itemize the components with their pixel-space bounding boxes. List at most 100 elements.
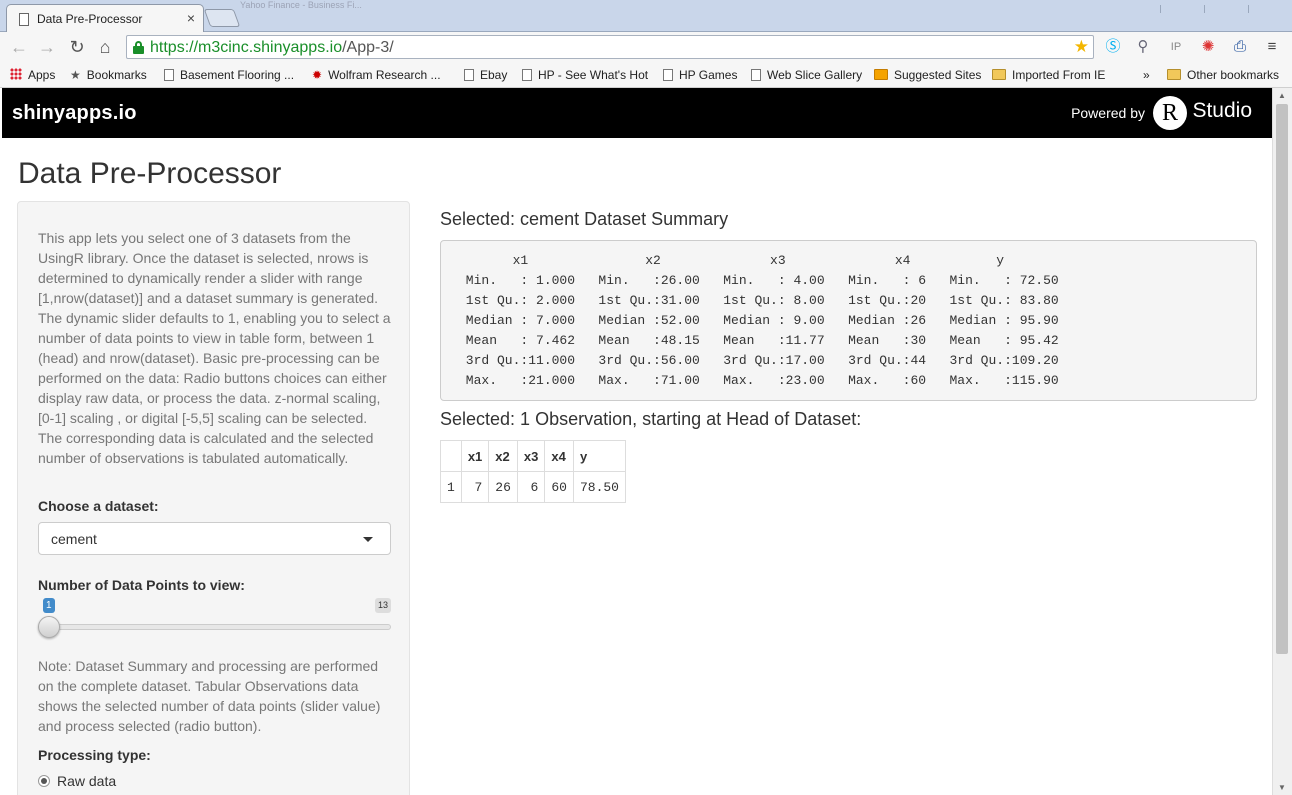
page-icon xyxy=(19,13,29,26)
bookmark-imported-ie[interactable]: Imported From IE xyxy=(992,66,1105,84)
suggested-icon xyxy=(874,69,888,80)
table-cell: 1 xyxy=(440,471,462,503)
table-header: x4 xyxy=(544,440,574,472)
page-icon xyxy=(751,69,761,81)
observation-heading: Selected: 1 Observation, starting at Hea… xyxy=(440,409,862,429)
summary-heading: Selected: cement Dataset Summary xyxy=(440,209,729,229)
page-icon xyxy=(663,69,673,81)
page-title: Data Pre-Processor xyxy=(18,157,282,190)
new-tab-button[interactable] xyxy=(203,9,241,27)
table-row: 1 7 26 6 60 78.50 xyxy=(440,471,626,503)
page-scrollbar[interactable]: ▲ ▼ xyxy=(1272,88,1292,795)
bookmark-suggested-sites[interactable]: Suggested Sites xyxy=(874,66,981,84)
table-header: y xyxy=(572,440,626,472)
scrollbar-thumb[interactable] xyxy=(1276,104,1288,654)
browser-tab[interactable]: Data Pre-Processor × xyxy=(6,4,204,33)
summary-line: Median : 7.000 Median :52.00 Median : 9.… xyxy=(458,313,1075,328)
radio-raw-data[interactable]: Raw data xyxy=(38,773,116,789)
table-header: x1 xyxy=(460,440,490,472)
address-bar[interactable]: https://m3cinc.shinyapps.io/App-3/ ★ xyxy=(126,35,1094,59)
skype-icon[interactable]: Ⓢ xyxy=(1103,37,1123,57)
data-points-slider[interactable]: 1 13 xyxy=(38,598,391,638)
shinyapps-navbar: shinyapps.io Powered by R Studio xyxy=(2,88,1272,138)
summary-line: 1st Qu.: 2.000 1st Qu.:31.00 1st Qu.: 8.… xyxy=(458,293,1075,308)
rstudio-logo-text[interactable]: Studio xyxy=(1192,99,1252,123)
menu-icon[interactable]: ≡ xyxy=(1262,37,1282,57)
brand-link[interactable]: shinyapps.io xyxy=(12,102,137,125)
scroll-up-arrow-icon[interactable]: ▲ xyxy=(1278,91,1286,100)
scroll-down-arrow-icon[interactable]: ▼ xyxy=(1278,783,1286,792)
folder-icon xyxy=(992,69,1006,80)
bookmark-web-slice[interactable]: Web Slice Gallery xyxy=(751,66,862,84)
reload-icon[interactable]: ↻ xyxy=(66,37,88,58)
browser-toolbar: ← → ↻ ⌂ https://m3cinc.shinyapps.io/App-… xyxy=(0,32,1292,62)
table-cell: 6 xyxy=(516,471,546,503)
bookmark-ebay[interactable]: Ebay xyxy=(464,66,507,84)
dataset-select[interactable]: cement xyxy=(38,522,391,555)
table-header: x2 xyxy=(488,440,518,472)
note-text: Note: Dataset Summary and processing are… xyxy=(38,658,381,734)
color-wheel-icon[interactable]: ✺ xyxy=(1198,37,1218,57)
summary-line: Min. : 1.000 Min. :26.00 Min. : 4.00 Min… xyxy=(458,273,1075,288)
page-icon xyxy=(164,69,174,81)
page-icon xyxy=(522,69,532,81)
page-viewport: shinyapps.io Powered by R Studio Data Pr… xyxy=(2,88,1272,795)
sidebar-panel: This app lets you select one of 3 datase… xyxy=(17,201,410,795)
summary-line: Max. :21.000 Max. :71.00 Max. :23.00 Max… xyxy=(458,373,1075,388)
wolfram-icon: ✹ xyxy=(312,68,323,82)
table-cell: 78.50 xyxy=(572,471,626,503)
bookmark-other[interactable]: Other bookmarks xyxy=(1167,66,1279,84)
bookmark-apps[interactable]: Apps xyxy=(10,66,55,84)
ip-extension-icon[interactable]: IP xyxy=(1166,37,1186,57)
rstudio-r-logo-icon[interactable]: R xyxy=(1153,96,1187,130)
bookmark-hp-hot[interactable]: HP - See What's Hot xyxy=(522,66,648,84)
processing-type-label: Processing type: xyxy=(38,747,151,763)
bookmark-basement-flooring[interactable]: Basement Flooring ... xyxy=(164,66,294,84)
table-cell: 7 xyxy=(460,471,490,503)
bookmark-bookmarks[interactable]: ★ Bookmarks xyxy=(70,66,147,84)
lock-icon xyxy=(133,41,144,54)
star-icon: ★ xyxy=(70,68,81,82)
bookmarks-overflow-chevron-icon[interactable]: » xyxy=(1143,66,1150,84)
apps-icon xyxy=(10,68,22,80)
folder-icon xyxy=(1167,69,1181,80)
radio-button-icon[interactable] xyxy=(38,775,50,787)
summary-line: 3rd Qu.:11.000 3rd Qu.:56.00 3rd Qu.:17.… xyxy=(458,353,1075,368)
print-icon[interactable]: ⎙ xyxy=(1230,37,1250,57)
dataset-label: Choose a dataset: xyxy=(38,498,159,514)
extension-search-icon[interactable]: ⚲ xyxy=(1133,37,1153,57)
browser-tab-strip: Yahoo Finance - Business Fi... Data Pre-… xyxy=(0,0,1292,33)
page-icon xyxy=(464,69,474,81)
window-controls xyxy=(1160,0,1292,13)
bookmark-hp-games[interactable]: HP Games xyxy=(663,66,737,84)
close-window-button[interactable] xyxy=(1248,5,1292,13)
table-header-row: x1 x2 x3 x4 y xyxy=(440,440,626,472)
tab-title: Data Pre-Processor xyxy=(37,12,143,26)
intro-text: This app lets you select one of 3 datase… xyxy=(38,230,391,466)
minimize-button[interactable] xyxy=(1160,5,1204,13)
dataset-summary-output: x1 x2 x3 x4 y Min. : 1.000 Min. :26.00 M… xyxy=(440,240,1257,401)
slider-label: Number of Data Points to view: xyxy=(38,577,245,593)
observations-table: x1 x2 x3 x4 y 1 7 26 6 60 78.50 xyxy=(440,440,626,503)
forward-arrow-icon[interactable]: → xyxy=(36,37,58,58)
table-header: x3 xyxy=(516,440,546,472)
background-tabs: Yahoo Finance - Business Fi... xyxy=(240,0,362,10)
slider-value-badge: 1 xyxy=(43,598,55,613)
close-tab-icon[interactable]: × xyxy=(187,10,195,26)
slider-track[interactable] xyxy=(38,624,391,630)
dataset-select-value: cement xyxy=(51,531,97,547)
bookmarks-bar: Apps ★ Bookmarks Basement Flooring ... ✹ W… xyxy=(0,62,1292,88)
maximize-button[interactable] xyxy=(1204,5,1248,13)
table-header xyxy=(440,440,462,472)
bookmark-star-icon[interactable]: ★ xyxy=(1074,37,1089,57)
summary-line: Mean : 7.462 Mean :48.15 Mean :11.77 Mea… xyxy=(458,333,1075,348)
back-arrow-icon[interactable]: ← xyxy=(8,37,30,58)
bookmark-wolfram[interactable]: ✹ Wolfram Research ... xyxy=(312,66,441,84)
powered-by-label: Powered by xyxy=(1071,105,1145,121)
url-text[interactable]: https://m3cinc.shinyapps.io/App-3/ xyxy=(150,39,394,57)
slider-handle[interactable] xyxy=(38,616,60,638)
slider-max-badge: 13 xyxy=(374,598,391,613)
chevron-down-icon xyxy=(363,537,373,542)
table-cell: 26 xyxy=(488,471,518,503)
home-icon[interactable]: ⌂ xyxy=(94,37,116,58)
